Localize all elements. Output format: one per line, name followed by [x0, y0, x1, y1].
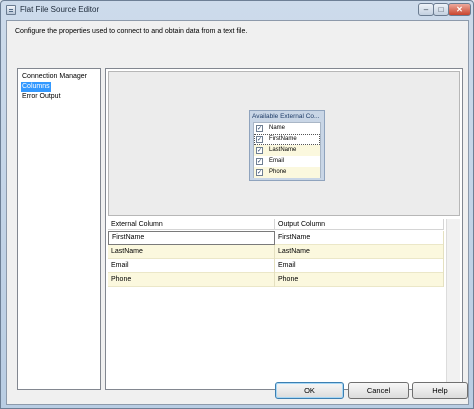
external-column-cell[interactable]: FirstName: [108, 231, 275, 245]
grid-vertical-scrollbar[interactable]: [446, 219, 460, 387]
external-column-label: Email: [269, 158, 285, 164]
nav-item-connection-manager[interactable]: Connection Manager: [21, 72, 88, 82]
cancel-button[interactable]: Cancel: [348, 382, 409, 399]
external-columns-list: ✓ Name ✓ FirstName ✓ LastName ✓ Email ✓ …: [253, 122, 321, 178]
output-column-cell[interactable]: Email: [275, 259, 444, 273]
nav-item-error-output[interactable]: Error Output: [21, 92, 62, 102]
checkbox-email[interactable]: ✓: [256, 158, 263, 165]
page-navigation-list: Connection Manager Columns Error Output: [17, 68, 101, 390]
header-output-column[interactable]: Output Column: [275, 219, 444, 230]
column-mapping-area: Available External Co... ✓ Name ✓ FirstN…: [108, 71, 460, 216]
checkbox-firstname[interactable]: ✓: [256, 136, 263, 143]
ok-button[interactable]: OK: [275, 382, 344, 399]
available-external-columns-box[interactable]: Available External Co... ✓ Name ✓ FirstN…: [249, 110, 325, 181]
title-bar[interactable]: Flat File Source Editor – □ ✕: [1, 1, 473, 19]
external-column-label: LastName: [269, 147, 297, 153]
external-column-cell[interactable]: Phone: [108, 273, 275, 287]
output-column-cell[interactable]: Phone: [275, 273, 444, 287]
output-column-cell[interactable]: FirstName: [275, 231, 444, 245]
checkbox-phone[interactable]: ✓: [256, 169, 263, 176]
external-column-cell[interactable]: Email: [108, 259, 275, 273]
table-row[interactable]: FirstName FirstName: [108, 231, 444, 245]
header-external-column[interactable]: External Column: [108, 219, 275, 230]
columns-page: Available External Co... ✓ Name ✓ FirstN…: [105, 68, 463, 390]
checkbox-name[interactable]: ✓: [256, 125, 263, 132]
table-row[interactable]: LastName LastName: [108, 245, 444, 259]
minimize-button[interactable]: –: [418, 3, 434, 16]
external-column-row-name[interactable]: ✓ Name: [254, 123, 320, 134]
dialog-body: Configure the properties used to connect…: [6, 20, 469, 405]
column-mapping-grid: External Column Output Column FirstName …: [108, 219, 444, 387]
help-button[interactable]: Help: [412, 382, 468, 399]
dialog-icon: [6, 5, 16, 15]
output-column-cell[interactable]: LastName: [275, 245, 444, 259]
close-button[interactable]: ✕: [448, 3, 471, 16]
nav-item-columns[interactable]: Columns: [21, 82, 51, 92]
external-column-label: Name: [269, 125, 286, 131]
table-row[interactable]: Email Email: [108, 259, 444, 273]
table-row[interactable]: Phone Phone: [108, 273, 444, 287]
flat-file-source-editor-window: Flat File Source Editor – □ ✕ Configure …: [0, 0, 474, 409]
external-column-cell[interactable]: LastName: [108, 245, 275, 259]
external-column-row-firstname[interactable]: ✓ FirstName: [254, 134, 320, 145]
available-external-columns-title: Available External Co...: [252, 113, 320, 120]
dialog-description: Configure the properties used to connect…: [15, 28, 248, 35]
external-column-row-email[interactable]: ✓ Email: [254, 156, 320, 167]
external-column-row-lastname[interactable]: ✓ LastName: [254, 145, 320, 156]
external-column-label: FirstName: [269, 136, 297, 142]
external-column-label: Phone: [269, 169, 287, 175]
maximize-button[interactable]: □: [433, 3, 449, 16]
grid-header: External Column Output Column: [108, 219, 444, 230]
external-column-row-phone[interactable]: ✓ Phone: [254, 167, 320, 178]
window-title: Flat File Source Editor: [20, 5, 100, 14]
checkbox-lastname[interactable]: ✓: [256, 147, 263, 154]
